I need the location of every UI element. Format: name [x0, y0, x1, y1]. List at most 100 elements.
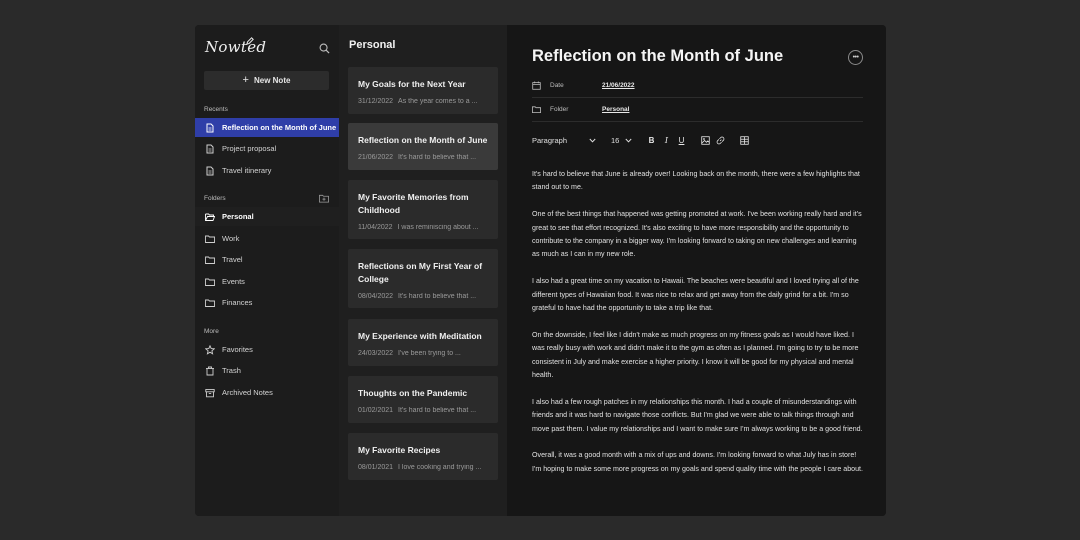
date-label: Date [550, 82, 564, 89]
folder-item-finances[interactable]: Finances [195, 293, 339, 312]
paragraph-style-select[interactable]: Paragraph [532, 136, 611, 145]
note-body[interactable]: It's hard to believe that June is alread… [532, 168, 865, 490]
more-item-trash[interactable]: Trash [195, 361, 339, 380]
recent-item-travel-itinerary[interactable]: Travel itinerary [195, 161, 339, 180]
note-paragraph: I also had a great time on my vacation t… [532, 277, 859, 313]
date-value[interactable]: 21/06/2022 [602, 82, 635, 89]
note-card-date: 21/06/2022 [358, 154, 394, 161]
folder-label: Folder [550, 106, 569, 113]
folder-item-personal[interactable]: Personal [195, 207, 339, 226]
more-item-archived[interactable]: Archived Notes [195, 383, 339, 402]
more-options-button[interactable]: ••• [848, 50, 863, 65]
new-note-button[interactable]: + New Note [204, 71, 329, 90]
font-size-select[interactable]: 16 [611, 136, 647, 145]
underline-icon[interactable]: U [677, 136, 686, 145]
folder-title: Personal [349, 39, 396, 51]
folder-property: Folder Personal [532, 98, 863, 122]
note-paragraph: I also had a few rough patches in my rel… [532, 397, 863, 433]
folder-item-label: Travel [222, 255, 243, 264]
search-icon[interactable] [319, 43, 330, 54]
table-icon[interactable] [740, 135, 749, 145]
note-card-preview: As the year comes to a ... [398, 98, 478, 105]
recent-item-label: Reflection on the Month of June [222, 123, 337, 132]
folder-item-events[interactable]: Events [195, 272, 339, 291]
note-card-title: Thoughts on the Pandemic [358, 388, 468, 398]
plus-icon: + [242, 74, 249, 86]
note-card-active[interactable]: Reflection on the Month of June 21/06/20… [348, 123, 498, 170]
note-card[interactable]: Reflections on My First Year of College … [348, 249, 498, 308]
note-icon [206, 166, 214, 175]
more-item-label: Archived Notes [222, 388, 273, 397]
note-icon [206, 123, 214, 132]
folder-icon [205, 299, 215, 307]
pen-icon [246, 37, 254, 45]
more-heading: More [204, 328, 219, 335]
bold-icon[interactable]: B [647, 136, 656, 145]
folder-icon [532, 106, 541, 114]
note-card-title: Reflection on the Month of June [358, 135, 488, 145]
paragraph-style-value: Paragraph [532, 135, 568, 145]
folder-item-label: Events [222, 277, 245, 286]
link-icon[interactable] [716, 136, 725, 145]
note-icon [206, 144, 214, 153]
folder-open-icon [205, 213, 215, 221]
note-card-date: 24/03/2022 [358, 350, 394, 357]
note-card-date: 01/02/2021 [358, 407, 394, 414]
chevron-down-icon [625, 138, 632, 143]
folder-icon [205, 278, 215, 286]
note-card-title: Reflections on My First Year of College [358, 261, 483, 284]
recents-heading: Recents [204, 106, 228, 113]
image-icon[interactable] [701, 135, 710, 145]
note-card-preview: I've been trying to ... [398, 350, 461, 357]
note-card[interactable]: My Experience with Meditation 24/03/2022… [348, 319, 498, 366]
more-item-label: Trash [222, 366, 241, 375]
note-card-date: 31/12/2022 [358, 98, 394, 105]
calendar-icon [532, 81, 541, 90]
folder-item-travel[interactable]: Travel [195, 250, 339, 269]
note-card-date: 08/04/2022 [358, 293, 394, 300]
note-card-title: My Favorite Memories from Childhood [358, 192, 469, 215]
folder-icon [205, 235, 215, 243]
recent-item-reflection-june[interactable]: Reflection on the Month of June [195, 118, 339, 137]
note-card[interactable]: My Favorite Memories from Childhood 11/0… [348, 180, 498, 239]
folder-item-label: Work [222, 234, 240, 243]
note-card[interactable]: My Goals for the Next Year 31/12/2022 As … [348, 67, 498, 114]
note-card[interactable]: My Favorite Recipes 08/01/2021 I love coo… [348, 433, 498, 480]
trash-icon [206, 366, 214, 375]
note-card-date: 11/04/2022 [358, 224, 393, 231]
new-note-label: New Note [253, 76, 291, 85]
note-card-preview: I was reminiscing about ... [397, 224, 479, 231]
italic-icon[interactable]: I [662, 136, 671, 145]
note-card-date: 08/01/2021 [358, 464, 394, 471]
archive-icon [205, 388, 215, 397]
date-property: Date 21/06/2022 [532, 74, 863, 98]
font-size-value: 16 [611, 135, 620, 145]
note-card-preview: It's hard to believe that ... [398, 293, 477, 300]
folders-heading: Folders [204, 195, 226, 202]
formatting-toolbar: Paragraph 16 B I U [532, 133, 863, 147]
note-paragraph: It's hard to believe that June is alread… [532, 170, 860, 192]
note-paragraph: One of the best things that happened was… [532, 210, 862, 259]
app-logo: Nowted [205, 38, 267, 56]
recent-item-label: Travel itinerary [222, 166, 272, 175]
note-title[interactable]: Reflection on the Month of June [532, 47, 783, 66]
star-icon [205, 344, 215, 355]
folder-item-label: Finances [222, 298, 253, 307]
ellipsis-icon: ••• [852, 54, 859, 61]
note-card-title: My Experience with Meditation [358, 331, 482, 341]
folder-item-work[interactable]: Work [195, 229, 339, 248]
recent-item-label: Project proposal [222, 144, 277, 153]
note-card-title: My Goals for the Next Year [358, 79, 466, 89]
more-item-label: Favorites [222, 345, 253, 354]
note-paragraph: Overall, it was a good month with a mix … [532, 451, 863, 473]
note-card[interactable]: Thoughts on the Pandemic 01/02/2021 It's … [348, 376, 498, 423]
note-card-title: My Favorite Recipes [358, 445, 441, 455]
folder-value[interactable]: Personal [602, 106, 629, 113]
add-folder-icon[interactable] [319, 194, 329, 203]
chevron-down-icon [589, 138, 596, 143]
recent-item-project-proposal[interactable]: Project proposal [195, 139, 339, 158]
folder-icon [205, 256, 215, 264]
more-item-favorites[interactable]: Favorites [195, 340, 339, 359]
note-card-preview: It's hard to believe that ... [398, 407, 477, 414]
app-window: Nowted + New Note Recents Reflection on … [195, 25, 886, 516]
